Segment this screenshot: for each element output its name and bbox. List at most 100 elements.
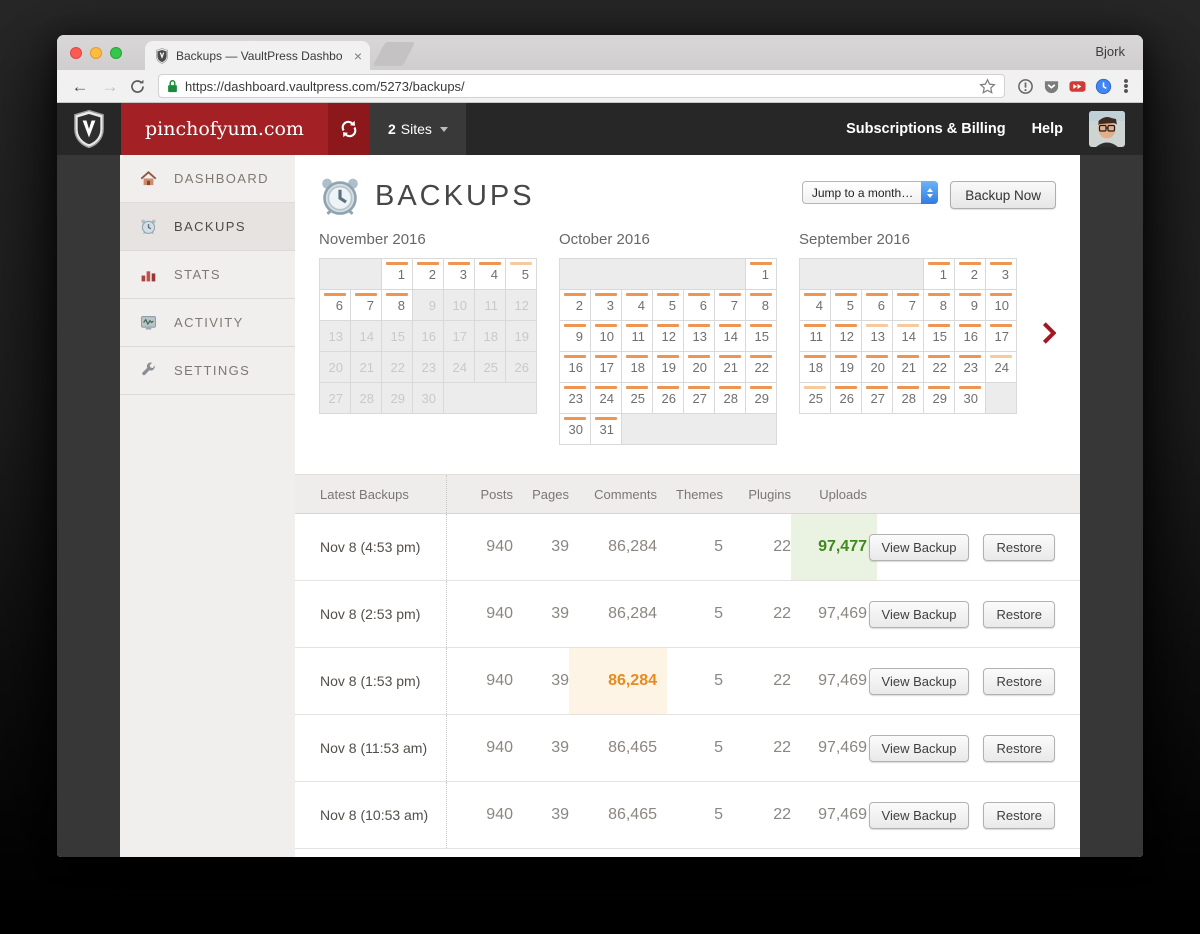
calendar-day[interactable]: 3 bbox=[591, 290, 621, 320]
close-window-icon[interactable] bbox=[70, 47, 82, 59]
jump-to-month-select[interactable]: Jump to a month… bbox=[801, 181, 939, 204]
calendar-day[interactable]: 28 bbox=[893, 383, 923, 413]
calendar-day[interactable]: 7 bbox=[893, 290, 923, 320]
current-site-button[interactable]: pinchofyum.com bbox=[121, 103, 328, 155]
back-icon[interactable]: ← bbox=[69, 78, 91, 95]
calendar-day[interactable]: 8 bbox=[382, 290, 412, 320]
calendar-day[interactable]: 6 bbox=[320, 290, 350, 320]
calendar-day[interactable]: 18 bbox=[622, 352, 652, 382]
calendar-day[interactable]: 7 bbox=[351, 290, 381, 320]
calendar-day[interactable]: 26 bbox=[653, 383, 683, 413]
calendar-day[interactable]: 9 bbox=[955, 290, 985, 320]
menu-dots-icon[interactable]: • • • bbox=[1121, 74, 1131, 99]
restore-button[interactable]: Restore bbox=[983, 667, 1055, 695]
calendar-day[interactable]: 21 bbox=[893, 352, 923, 382]
tab-close-icon[interactable]: × bbox=[354, 49, 362, 63]
calendar-day[interactable]: 10 bbox=[986, 290, 1016, 320]
backup-now-button[interactable]: Backup Now bbox=[950, 181, 1056, 209]
calendar-day[interactable]: 1 bbox=[382, 259, 412, 289]
calendar-day[interactable]: 2 bbox=[560, 290, 590, 320]
sidebar-item-dashboard[interactable]: DASHBOARD bbox=[120, 155, 295, 203]
calendar-day[interactable]: 6 bbox=[862, 290, 892, 320]
restore-button[interactable]: Restore bbox=[983, 600, 1055, 628]
refresh-icon[interactable] bbox=[129, 78, 146, 95]
calendar-day[interactable]: 2 bbox=[413, 259, 443, 289]
calendar-day[interactable]: 19 bbox=[653, 352, 683, 382]
sidebar-item-activity[interactable]: ACTIVITY bbox=[120, 299, 295, 347]
extension-fastforward-icon[interactable] bbox=[1069, 78, 1086, 95]
restore-button[interactable]: Restore bbox=[983, 734, 1055, 762]
calendar-day[interactable]: 11 bbox=[800, 321, 830, 351]
calendar-day[interactable]: 5 bbox=[831, 290, 861, 320]
extension-info-icon[interactable] bbox=[1017, 78, 1034, 95]
subscriptions-billing-link[interactable]: Subscriptions & Billing bbox=[846, 121, 1006, 137]
calendar-day[interactable]: 5 bbox=[506, 259, 536, 289]
calendar-day[interactable]: 29 bbox=[924, 383, 954, 413]
calendar-day[interactable]: 17 bbox=[591, 352, 621, 382]
view-backup-button[interactable]: View Backup bbox=[868, 533, 970, 561]
calendar-day[interactable]: 8 bbox=[924, 290, 954, 320]
browser-tab[interactable]: Backups — VaultPress Dashbo × bbox=[145, 41, 370, 70]
chevron-right-icon[interactable] bbox=[1042, 321, 1057, 345]
calendar-day[interactable]: 4 bbox=[475, 259, 505, 289]
calendar-day[interactable]: 10 bbox=[591, 321, 621, 351]
calendar-day[interactable]: 25 bbox=[800, 383, 830, 413]
extension-history-icon[interactable] bbox=[1095, 78, 1112, 95]
sidebar-item-backups[interactable]: BACKUPS bbox=[120, 203, 295, 251]
calendar-day[interactable]: 13 bbox=[684, 321, 714, 351]
calendar-day[interactable]: 8 bbox=[746, 290, 776, 320]
calendar-day[interactable]: 4 bbox=[800, 290, 830, 320]
calendar-day[interactable]: 6 bbox=[684, 290, 714, 320]
calendar-day[interactable]: 24 bbox=[986, 352, 1016, 382]
calendar-day[interactable]: 2 bbox=[955, 259, 985, 289]
calendar-day[interactable]: 16 bbox=[955, 321, 985, 351]
bookmark-star-icon[interactable] bbox=[979, 77, 996, 95]
new-tab-button[interactable] bbox=[372, 42, 416, 66]
sync-icon[interactable] bbox=[327, 103, 370, 155]
calendar-day[interactable]: 20 bbox=[684, 352, 714, 382]
view-backup-button[interactable]: View Backup bbox=[868, 667, 970, 695]
restore-button[interactable]: Restore bbox=[983, 801, 1055, 829]
view-backup-button[interactable]: View Backup bbox=[868, 600, 970, 628]
calendar-day[interactable]: 9 bbox=[560, 321, 590, 351]
calendar-day[interactable]: 12 bbox=[831, 321, 861, 351]
calendar-day[interactable]: 22 bbox=[746, 352, 776, 382]
calendar-day[interactable]: 29 bbox=[746, 383, 776, 413]
calendar-day[interactable]: 27 bbox=[862, 383, 892, 413]
calendar-day[interactable]: 15 bbox=[746, 321, 776, 351]
help-link[interactable]: Help bbox=[1032, 121, 1063, 137]
chrome-profile-name[interactable]: Bjork bbox=[1095, 44, 1125, 59]
calendar-day[interactable]: 7 bbox=[715, 290, 745, 320]
calendar-day[interactable]: 20 bbox=[862, 352, 892, 382]
calendar-day[interactable]: 1 bbox=[746, 259, 776, 289]
calendar-day[interactable]: 31 bbox=[591, 414, 621, 444]
calendar-day[interactable]: 1 bbox=[924, 259, 954, 289]
calendar-day[interactable]: 11 bbox=[622, 321, 652, 351]
vaultpress-shield-icon[interactable] bbox=[57, 103, 121, 155]
calendar-day[interactable]: 30 bbox=[560, 414, 590, 444]
calendar-day[interactable]: 23 bbox=[560, 383, 590, 413]
calendar-day[interactable]: 28 bbox=[715, 383, 745, 413]
calendar-day[interactable]: 17 bbox=[986, 321, 1016, 351]
minimize-window-icon[interactable] bbox=[90, 47, 102, 59]
calendar-day[interactable]: 15 bbox=[924, 321, 954, 351]
calendar-day[interactable]: 21 bbox=[715, 352, 745, 382]
calendar-day[interactable]: 24 bbox=[591, 383, 621, 413]
url-bar[interactable]: https://dashboard.vaultpress.com/5273/ba… bbox=[158, 74, 1005, 98]
restore-button[interactable]: Restore bbox=[983, 533, 1055, 561]
calendar-day[interactable]: 14 bbox=[715, 321, 745, 351]
calendar-day[interactable]: 19 bbox=[831, 352, 861, 382]
calendar-day[interactable]: 13 bbox=[862, 321, 892, 351]
calendar-day[interactable]: 3 bbox=[986, 259, 1016, 289]
user-avatar[interactable] bbox=[1089, 111, 1125, 147]
calendar-day[interactable]: 18 bbox=[800, 352, 830, 382]
view-backup-button[interactable]: View Backup bbox=[868, 801, 970, 829]
calendar-day[interactable]: 25 bbox=[622, 383, 652, 413]
calendar-day[interactable]: 27 bbox=[684, 383, 714, 413]
forward-icon[interactable]: → bbox=[99, 78, 121, 95]
sidebar-item-settings[interactable]: SETTINGS bbox=[120, 347, 295, 395]
extension-pocket-icon[interactable] bbox=[1043, 78, 1060, 95]
sidebar-item-stats[interactable]: STATS bbox=[120, 251, 295, 299]
zoom-window-icon[interactable] bbox=[110, 47, 122, 59]
calendar-day[interactable]: 16 bbox=[560, 352, 590, 382]
